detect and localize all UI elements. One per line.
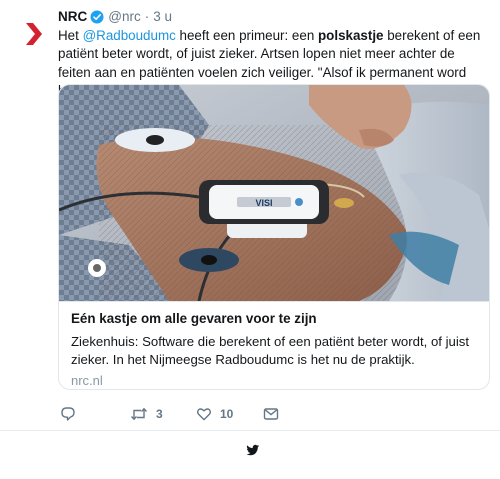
wearable-device: VISI bbox=[199, 180, 329, 224]
tweet-text-bold: polskastje bbox=[318, 28, 384, 43]
like-count: 10 bbox=[220, 407, 234, 421]
card-body[interactable]: Eén kastje om alle gevaren voor te zijn … bbox=[59, 301, 489, 389]
footer-divider bbox=[0, 430, 500, 431]
twitter-bird-icon[interactable] bbox=[240, 444, 260, 460]
card-domain: nrc.nl bbox=[71, 373, 103, 389]
tweet[interactable]: NRC @nrc · 3 u Het @Radboudumc heeft een… bbox=[0, 0, 500, 430]
mention-link[interactable]: @Radboudumc bbox=[83, 28, 176, 43]
author-name[interactable]: NRC bbox=[58, 8, 87, 26]
device-label: VISI bbox=[255, 198, 272, 208]
author-handle[interactable]: @nrc bbox=[108, 8, 140, 26]
tweet-actions: 3 10 bbox=[58, 404, 490, 424]
retweet-icon bbox=[130, 406, 148, 422]
tweet-text-part: heeft een primeur: een bbox=[175, 28, 318, 43]
timestamp[interactable]: 3 u bbox=[153, 8, 172, 26]
tweet-header: NRC @nrc · 3 u bbox=[58, 8, 490, 26]
verified-badge-icon bbox=[90, 10, 104, 24]
direct-message-button[interactable] bbox=[263, 404, 279, 424]
envelope-icon bbox=[263, 406, 279, 422]
retweet-button[interactable]: 3 bbox=[130, 404, 163, 424]
card-title[interactable]: Eén kastje om alle gevaren voor te zijn bbox=[71, 310, 479, 328]
link-card[interactable]: VISI Eén kastje om alle gevaren voor te … bbox=[58, 84, 490, 390]
card-description: Ziekenhuis: Software die berekent of een… bbox=[71, 334, 470, 367]
nrc-logo-avatar[interactable] bbox=[18, 18, 44, 50]
tweet-text-part: Het bbox=[58, 28, 83, 43]
retweet-count: 3 bbox=[156, 407, 163, 421]
like-button[interactable]: 10 bbox=[196, 404, 233, 424]
reply-icon bbox=[60, 406, 76, 422]
separator-dot: · bbox=[144, 9, 150, 24]
reply-button[interactable] bbox=[60, 404, 76, 424]
card-image[interactable]: VISI bbox=[59, 85, 489, 302]
heart-icon bbox=[196, 406, 212, 422]
